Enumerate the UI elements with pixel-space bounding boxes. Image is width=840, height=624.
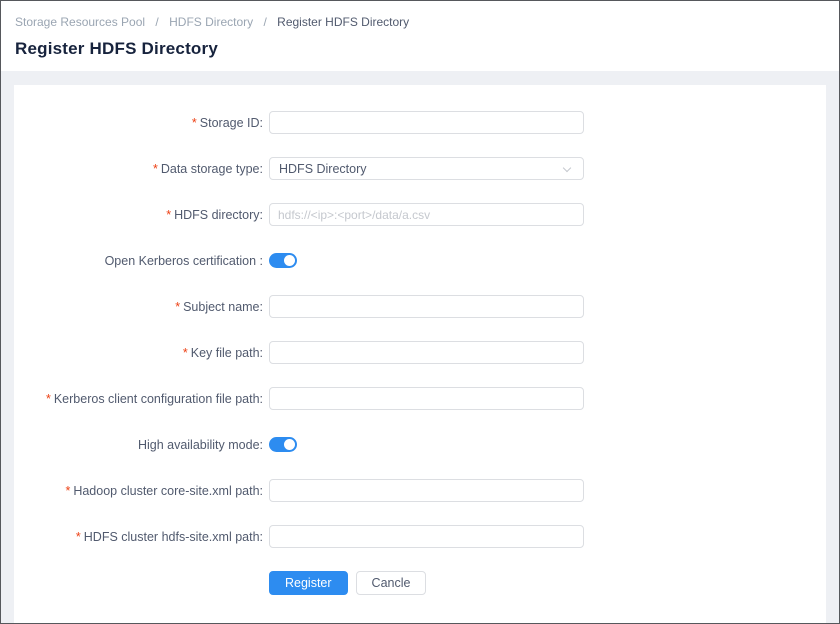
breadcrumb-item-storage-resources-pool[interactable]: Storage Resources Pool — [15, 15, 145, 29]
required-asterisk: * — [46, 392, 51, 406]
field-label-text: Storage ID: — [200, 116, 263, 130]
breadcrumb-item-current: Register HDFS Directory — [277, 15, 409, 29]
form-actions: Register Cancle — [269, 571, 826, 595]
field-label-text: Kerberos client configuration file path: — [54, 392, 263, 406]
register-hdfs-directory-page: Storage Resources Pool / HDFS Directory … — [0, 0, 840, 624]
data-storage-type-select[interactable]: HDFS Directory — [269, 157, 584, 180]
switch-knob — [284, 439, 295, 450]
form-row-data-storage-type: *Data storage type: HDFS Directory — [14, 157, 826, 180]
field-label: *HDFS cluster hdfs-site.xml path: — [14, 530, 269, 544]
breadcrumb: Storage Resources Pool / HDFS Directory … — [15, 15, 825, 29]
form-row-open-kerberos: Open Kerberos certification : — [14, 249, 826, 272]
field-label-text: High availability mode: — [138, 438, 263, 452]
hdfs-site-xml-path-input[interactable] — [269, 525, 584, 548]
form-row-hdfs-site-path: *HDFS cluster hdfs-site.xml path: — [14, 525, 826, 548]
required-asterisk: * — [175, 300, 180, 314]
field-label: *Data storage type: — [14, 162, 269, 176]
required-asterisk: * — [76, 530, 81, 544]
field-label: High availability mode: — [14, 438, 269, 452]
form-card: *Storage ID: *Data storage type: HDFS Di… — [14, 85, 826, 623]
form-row-core-site-path: *Hadoop cluster core-site.xml path: — [14, 479, 826, 502]
form-row-hdfs-directory: *HDFS directory: — [14, 203, 826, 226]
register-button[interactable]: Register — [269, 571, 348, 595]
open-kerberos-switch[interactable] — [269, 253, 297, 268]
page-title: Register HDFS Directory — [15, 39, 825, 59]
hdfs-directory-input[interactable] — [269, 203, 584, 226]
key-file-path-input[interactable] — [269, 341, 584, 364]
storage-id-input[interactable] — [269, 111, 584, 134]
form-row-storage-id: *Storage ID: — [14, 111, 826, 134]
breadcrumb-separator: / — [263, 15, 266, 29]
required-asterisk: * — [153, 162, 158, 176]
core-site-xml-path-input[interactable] — [269, 479, 584, 502]
cancel-button[interactable]: Cancle — [356, 571, 427, 595]
required-asterisk: * — [183, 346, 188, 360]
field-label: *Hadoop cluster core-site.xml path: — [14, 484, 269, 498]
field-label: *Key file path: — [14, 346, 269, 360]
high-availability-switch[interactable] — [269, 437, 297, 452]
breadcrumb-separator: / — [155, 15, 158, 29]
field-label: *Storage ID: — [14, 116, 269, 130]
required-asterisk: * — [65, 484, 70, 498]
form-row-high-availability: High availability mode: — [14, 433, 826, 456]
field-label: *HDFS directory: — [14, 208, 269, 222]
form-row-kerberos-client-config: *Kerberos client configuration file path… — [14, 387, 826, 410]
breadcrumb-item-hdfs-directory[interactable]: HDFS Directory — [169, 15, 253, 29]
field-label-text: Open Kerberos certification : — [105, 254, 263, 268]
field-label: Open Kerberos certification : — [14, 254, 269, 268]
required-asterisk: * — [192, 116, 197, 130]
field-label-text: HDFS directory: — [174, 208, 263, 222]
field-label-text: Subject name: — [183, 300, 263, 314]
field-label-text: Data storage type: — [161, 162, 263, 176]
chevron-down-icon — [563, 164, 571, 172]
subject-name-input[interactable] — [269, 295, 584, 318]
field-label-text: Key file path: — [191, 346, 263, 360]
kerberos-client-config-input[interactable] — [269, 387, 584, 410]
field-label: *Kerberos client configuration file path… — [14, 392, 269, 406]
select-selected-value: HDFS Directory — [279, 162, 367, 176]
content-area: *Storage ID: *Data storage type: HDFS Di… — [1, 71, 839, 623]
field-label-text: HDFS cluster hdfs-site.xml path: — [84, 530, 263, 544]
switch-knob — [284, 255, 295, 266]
form-row-key-file-path: *Key file path: — [14, 341, 826, 364]
required-asterisk: * — [166, 208, 171, 222]
field-label-text: Hadoop cluster core-site.xml path: — [73, 484, 263, 498]
page-header: Storage Resources Pool / HDFS Directory … — [1, 1, 839, 71]
field-label: *Subject name: — [14, 300, 269, 314]
form-row-subject-name: *Subject name: — [14, 295, 826, 318]
